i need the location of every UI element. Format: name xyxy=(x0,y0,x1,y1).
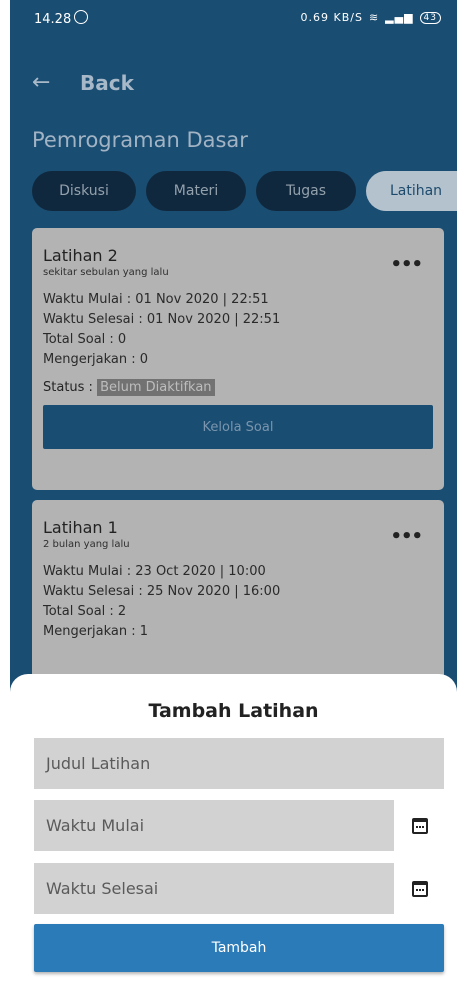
question-count: Total Soal : 2 xyxy=(43,604,127,619)
card-time-ago: 2 bulan yang lalu xyxy=(43,539,130,550)
whatsapp-icon xyxy=(74,10,88,24)
card-details: Waktu Mulai : 01 Nov 2020 | 22:51 Waktu … xyxy=(43,290,433,370)
back-label: Back xyxy=(80,70,134,95)
card-title: Latihan 1 xyxy=(43,518,118,537)
arrow-left-icon: ← xyxy=(32,70,51,95)
exercise-title-input[interactable]: Judul Latihan xyxy=(34,738,444,789)
calendar-icon[interactable] xyxy=(412,881,428,897)
attempt-count: Mengerjakan : 0 xyxy=(43,352,149,367)
manage-questions-button[interactable]: Kelola Soal xyxy=(43,405,433,449)
more-horizontal-icon[interactable]: ••• xyxy=(390,254,423,275)
status-icons: 0.69 KB/S ≋ ▂▄▆ 43 xyxy=(300,11,441,24)
app-screen: 14.28 0.69 KB/S ≋ ▂▄▆ 43 ← Back Pemrogra… xyxy=(10,0,457,989)
card-details: Waktu Mulai : 23 Oct 2020 | 10:00 Waktu … xyxy=(43,562,433,642)
question-count: Total Soal : 0 xyxy=(43,332,127,347)
network-speed: 0.69 KB/S xyxy=(300,11,363,24)
status-bar: 14.28 0.69 KB/S ≋ ▂▄▆ 43 xyxy=(10,0,457,32)
status-badge: Belum Diaktifkan xyxy=(97,379,215,396)
wifi-icon: ≋ xyxy=(368,11,380,24)
attempt-count: Mengerjakan : 1 xyxy=(43,624,149,639)
tab-latihan[interactable]: Latihan xyxy=(366,171,457,211)
tab-diskusi[interactable]: Diskusi xyxy=(32,171,136,211)
card-time-ago: sekitar sebulan yang lalu xyxy=(43,267,169,278)
end-time-input[interactable]: Waktu Selesai xyxy=(34,863,394,914)
course-title: Pemrograman Dasar xyxy=(32,128,248,152)
status-time: 14.28 xyxy=(34,12,72,27)
battery-icon: 43 xyxy=(419,11,441,24)
tab-tugas[interactable]: Tugas xyxy=(256,171,356,211)
start-time: Waktu Mulai : 23 Oct 2020 | 10:00 xyxy=(43,564,266,579)
card-title: Latihan 2 xyxy=(43,246,118,265)
tab-materi[interactable]: Materi xyxy=(146,171,246,211)
calendar-icon[interactable] xyxy=(412,818,428,834)
status-label: Status : xyxy=(43,380,93,395)
exercise-card: Latihan 2 sekitar sebulan yang lalu ••• … xyxy=(32,228,444,490)
more-horizontal-icon[interactable]: ••• xyxy=(390,526,423,547)
card-status: Status : Belum Diaktifkan xyxy=(43,379,433,396)
end-time: Waktu Selesai : 25 Nov 2020 | 16:00 xyxy=(43,584,281,599)
back-button[interactable]: ← Back xyxy=(32,70,134,95)
start-time: Waktu Mulai : 01 Nov 2020 | 22:51 xyxy=(43,292,269,307)
add-button[interactable]: Tambah xyxy=(34,924,444,972)
add-exercise-sheet: Tambah Latihan Judul Latihan Waktu Mulai… xyxy=(10,674,457,989)
start-time-input[interactable]: Waktu Mulai xyxy=(34,800,394,851)
signal-icon: ▂▄▆ xyxy=(385,11,414,24)
end-time: Waktu Selesai : 01 Nov 2020 | 22:51 xyxy=(43,312,281,327)
sheet-title: Tambah Latihan xyxy=(148,700,319,722)
